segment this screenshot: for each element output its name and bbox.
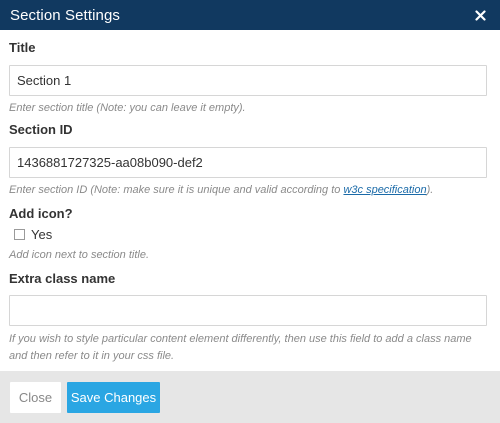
add-icon-checkbox-label: Yes xyxy=(31,226,53,242)
dialog-footer: Close Save Changes xyxy=(0,371,500,423)
add-icon-help-text: Add icon next to section title. xyxy=(9,249,150,261)
dialog-body: Title Enter section title (Note: you can… xyxy=(0,30,500,365)
add-icon-option[interactable]: Yes xyxy=(9,225,489,243)
section-settings-dialog: Section Settings Title Enter section tit… xyxy=(0,0,500,423)
section-id-help-text: Enter section ID (Note: make sure it is … xyxy=(9,182,489,199)
add-icon-label: Add icon? xyxy=(9,206,73,221)
section-id-help-prefix: Enter section ID (Note: make sure it is … xyxy=(9,184,344,196)
title-input[interactable] xyxy=(9,65,487,96)
title-help-text: Enter section title (Note: you can leave… xyxy=(9,102,246,114)
w3c-specification-link[interactable]: w3c specification xyxy=(343,184,426,196)
close-button[interactable]: Close xyxy=(10,382,61,413)
extra-class-label: Extra class name xyxy=(9,271,116,286)
save-changes-button[interactable]: Save Changes xyxy=(67,382,160,413)
section-id-input[interactable] xyxy=(9,147,487,178)
close-icon[interactable] xyxy=(472,7,488,23)
extra-class-input[interactable] xyxy=(9,295,487,326)
add-icon-checkbox[interactable] xyxy=(14,228,25,240)
title-label: Title xyxy=(9,40,36,55)
dialog-title: Section Settings xyxy=(10,6,120,24)
section-id-label: Section ID xyxy=(9,122,73,137)
extra-class-help-text: If you wish to style particular content … xyxy=(9,333,472,362)
dialog-header: Section Settings xyxy=(0,0,500,30)
section-id-help-suffix: ). xyxy=(426,184,434,196)
